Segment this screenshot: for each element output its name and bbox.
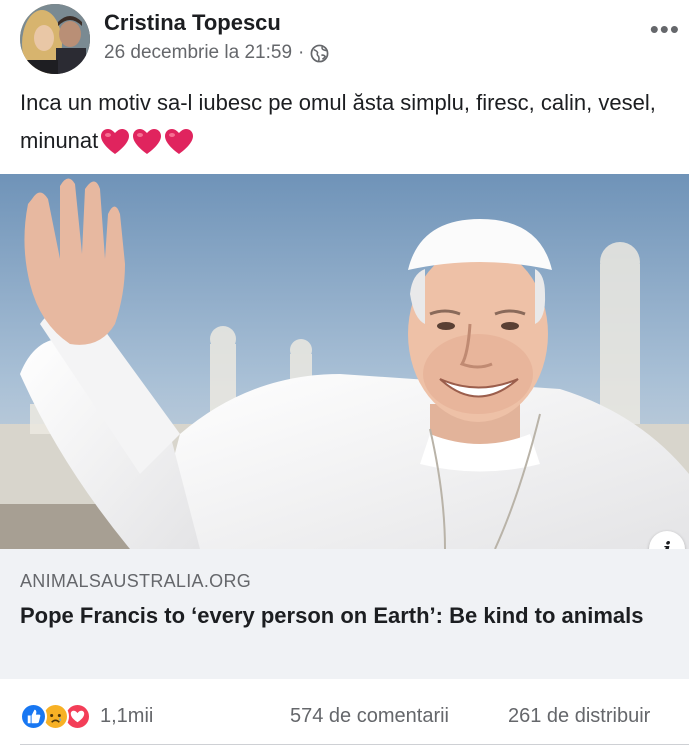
emoji-group	[100, 128, 194, 156]
reactions-summary[interactable]: 1,1mii	[20, 702, 153, 730]
link-title[interactable]: Pope Francis to ‘every person on Earth’:…	[20, 602, 669, 630]
link-domain: ANIMALSAUSTRALIA.ORG	[20, 571, 252, 591]
heart-icon	[101, 129, 130, 155]
shares-count[interactable]: 261 de distribuir	[508, 705, 650, 728]
divider	[20, 744, 689, 745]
avatar[interactable]	[20, 4, 90, 74]
more-options-icon[interactable]: •••	[650, 14, 680, 45]
author-name[interactable]: Cristina Topescu	[104, 10, 281, 36]
avatar-image	[20, 4, 90, 74]
link-meta[interactable]: ANIMALSAUSTRALIA.ORG Pope Francis to ‘ev…	[0, 549, 689, 679]
post-timestamp[interactable]: 26 decembrie la 21:59	[104, 42, 292, 64]
like-icon	[20, 702, 47, 730]
heart-icon	[165, 129, 194, 155]
meta-separator: ·	[298, 42, 305, 63]
link-preview-image[interactable]	[0, 174, 689, 549]
post-text: Inca un motiv sa-l iubesc pe omul ăsta s…	[20, 84, 680, 160]
globe-icon[interactable]	[310, 44, 329, 63]
heart-icon	[133, 129, 162, 155]
post-header: Cristina Topescu 26 decembrie la 21:59 ·…	[20, 4, 680, 74]
post-meta: 26 decembrie la 21:59 ·	[104, 42, 329, 64]
comments-count[interactable]: 574 de comentarii	[290, 705, 449, 728]
engagement-bar: 1,1mii 574 de comentarii 261 de distribu…	[20, 700, 689, 732]
link-preview-card[interactable]: i ANIMALSAUSTRALIA.ORG Pope Francis to ‘…	[0, 174, 689, 679]
reaction-count[interactable]: 1,1mii	[100, 705, 153, 728]
